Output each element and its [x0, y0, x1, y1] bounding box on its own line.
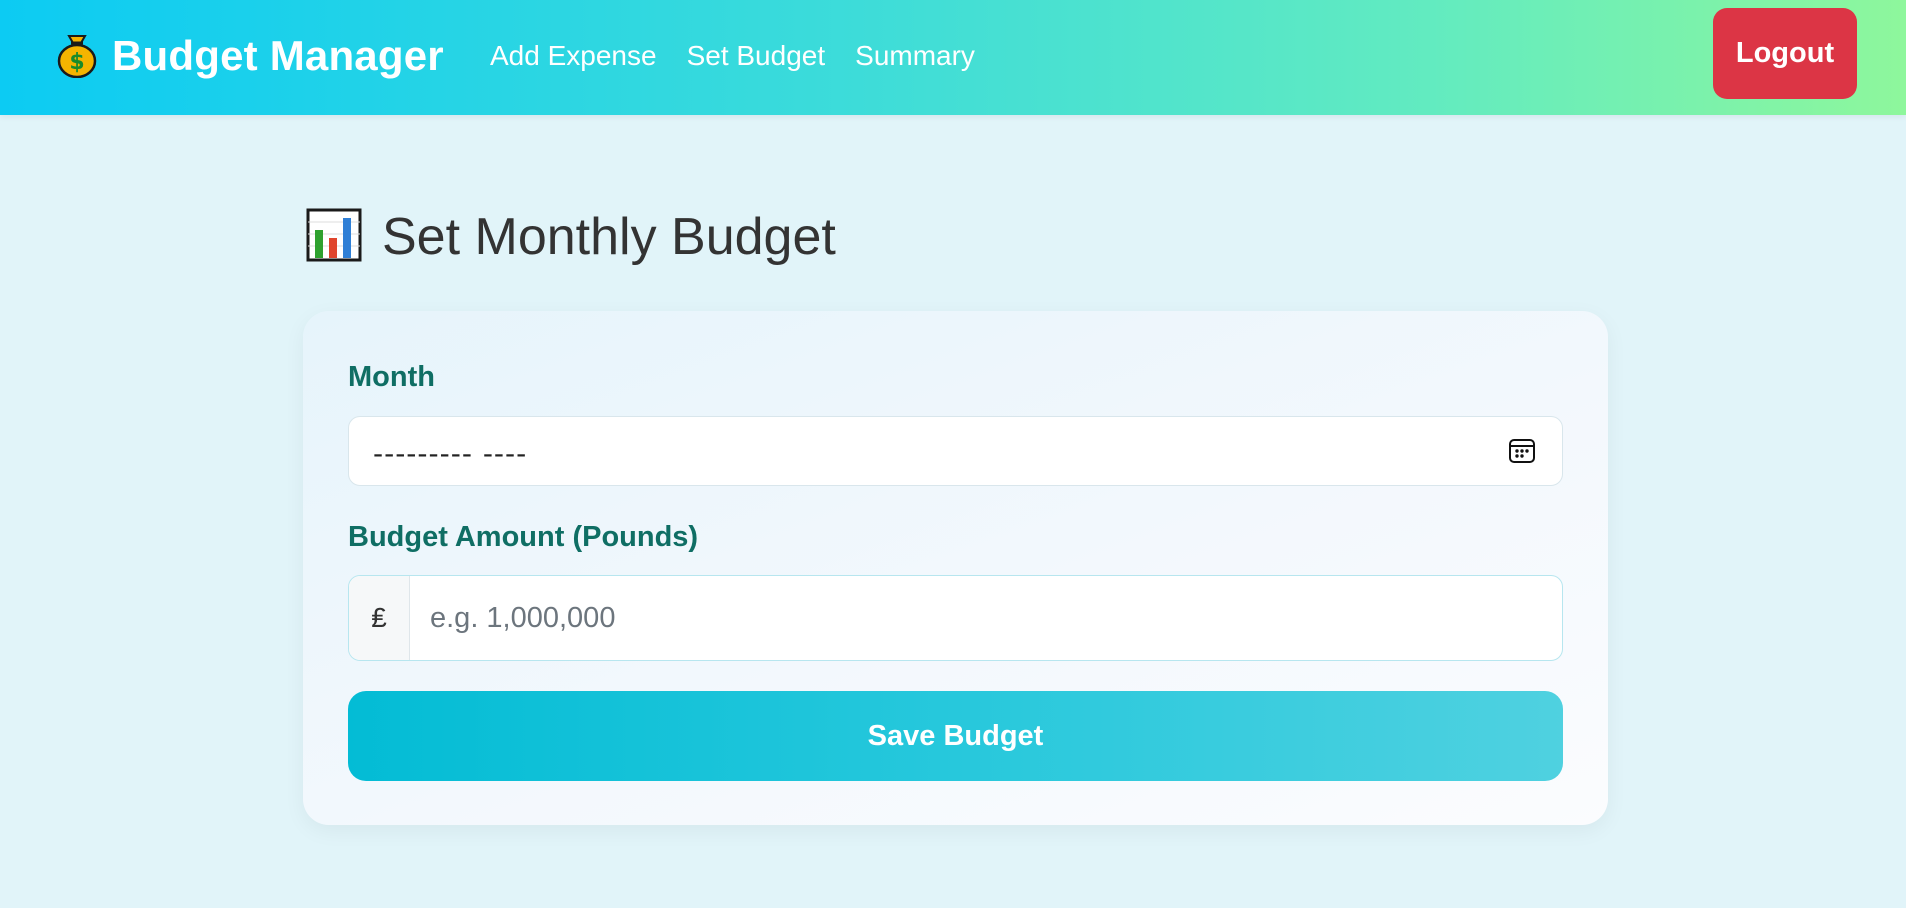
page-title-text: Set Monthly Budget [382, 208, 836, 266]
budget-amount-group: ₤ [348, 575, 1563, 661]
navbar: $ Budget Manager Add Expense Set Budget … [0, 0, 1906, 115]
currency-symbol: ₤ [349, 576, 410, 660]
budget-amount-input[interactable] [411, 576, 1561, 660]
brand[interactable]: $ Budget Manager [56, 28, 444, 84]
nav-links: Add Expense Set Budget Summary [490, 36, 975, 76]
budget-form-card: Month --------- ---- Budget Amount (Poun… [303, 311, 1608, 825]
budget-amount-label: Budget Amount (Pounds) [348, 521, 699, 553]
logout-button[interactable]: Logout [1713, 8, 1857, 99]
page-title: Set Monthly Budget [306, 206, 836, 268]
bar-chart-icon [306, 208, 362, 267]
nav-link-add-expense[interactable]: Add Expense [490, 40, 657, 72]
svg-text:$: $ [69, 50, 84, 75]
month-input[interactable]: --------- ---- [348, 416, 1563, 486]
month-value: --------- ---- [373, 437, 528, 470]
nav-link-set-budget[interactable]: Set Budget [687, 40, 826, 72]
money-bag-icon: $ [56, 30, 98, 83]
save-budget-button[interactable]: Save Budget [348, 691, 1563, 781]
nav-link-summary[interactable]: Summary [855, 40, 975, 72]
brand-name: Budget Manager [112, 32, 444, 79]
calendar-icon[interactable] [1508, 437, 1536, 465]
month-label: Month [348, 361, 435, 393]
